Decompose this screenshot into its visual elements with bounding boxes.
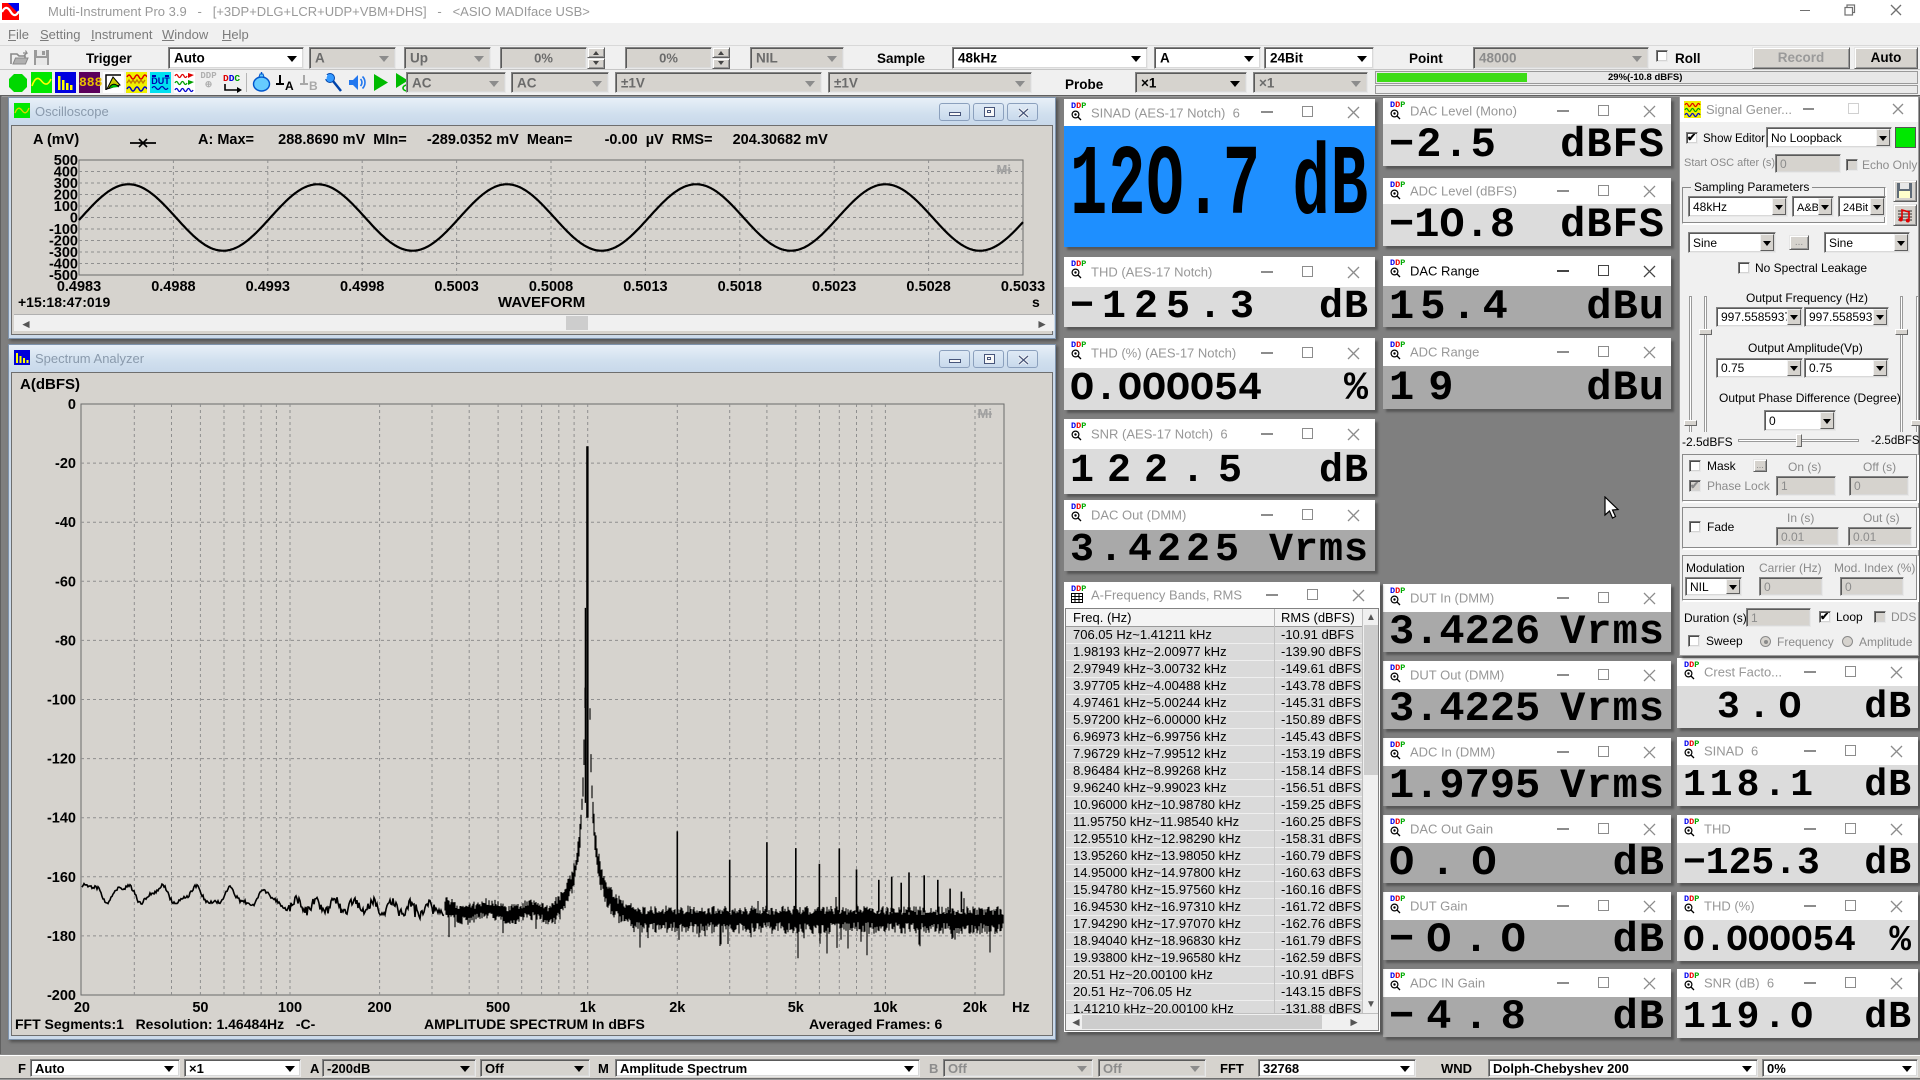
- svg-text:DUT: DUT: [151, 76, 170, 86]
- svg-text:2k: 2k: [669, 1000, 686, 1016]
- svg-text:0: 0: [68, 397, 76, 413]
- svg-text:-140: -140: [47, 811, 76, 827]
- svg-text:0.5008: 0.5008: [529, 279, 573, 295]
- svg-text:-200: -200: [47, 988, 76, 1004]
- svg-text:-160: -160: [47, 870, 76, 886]
- svg-text:0.5003: 0.5003: [434, 279, 478, 295]
- svg-text:Hz: Hz: [1012, 1000, 1030, 1016]
- svg-text:-180: -180: [47, 929, 76, 945]
- svg-text:10k: 10k: [873, 1000, 898, 1016]
- svg-text:0.4983: 0.4983: [57, 279, 101, 295]
- svg-text:-100: -100: [47, 693, 76, 709]
- svg-text:0.4993: 0.4993: [246, 279, 290, 295]
- svg-text:0.5023: 0.5023: [812, 279, 856, 295]
- svg-text:0.4988: 0.4988: [151, 279, 195, 295]
- svg-text:-20: -20: [55, 456, 76, 472]
- svg-text:0.5033: 0.5033: [1001, 279, 1045, 295]
- svg-text:A: A: [285, 79, 294, 93]
- svg-text:-80: -80: [55, 633, 76, 649]
- svg-text:DDC: DDC: [223, 73, 240, 84]
- svg-text:Mi: Mi: [997, 162, 1011, 177]
- svg-text:B: B: [309, 79, 318, 93]
- svg-text:50: 50: [192, 1000, 208, 1016]
- svg-text:20: 20: [74, 1000, 90, 1016]
- svg-text:Mi: Mi: [978, 406, 992, 421]
- svg-text:0.5013: 0.5013: [623, 279, 667, 295]
- svg-text:-120: -120: [47, 752, 76, 768]
- svg-text:0.5018: 0.5018: [718, 279, 762, 295]
- svg-text:100: 100: [278, 1000, 302, 1016]
- svg-text:-40: -40: [55, 515, 76, 531]
- svg-text:-60: -60: [55, 574, 76, 590]
- svg-text:5k: 5k: [788, 1000, 805, 1016]
- svg-text:0.5028: 0.5028: [906, 279, 950, 295]
- svg-text:0.4998: 0.4998: [340, 279, 384, 295]
- svg-text:20k: 20k: [963, 1000, 988, 1016]
- svg-text:500: 500: [486, 1000, 510, 1016]
- svg-text:1k: 1k: [580, 1000, 597, 1016]
- svg-text:200: 200: [367, 1000, 391, 1016]
